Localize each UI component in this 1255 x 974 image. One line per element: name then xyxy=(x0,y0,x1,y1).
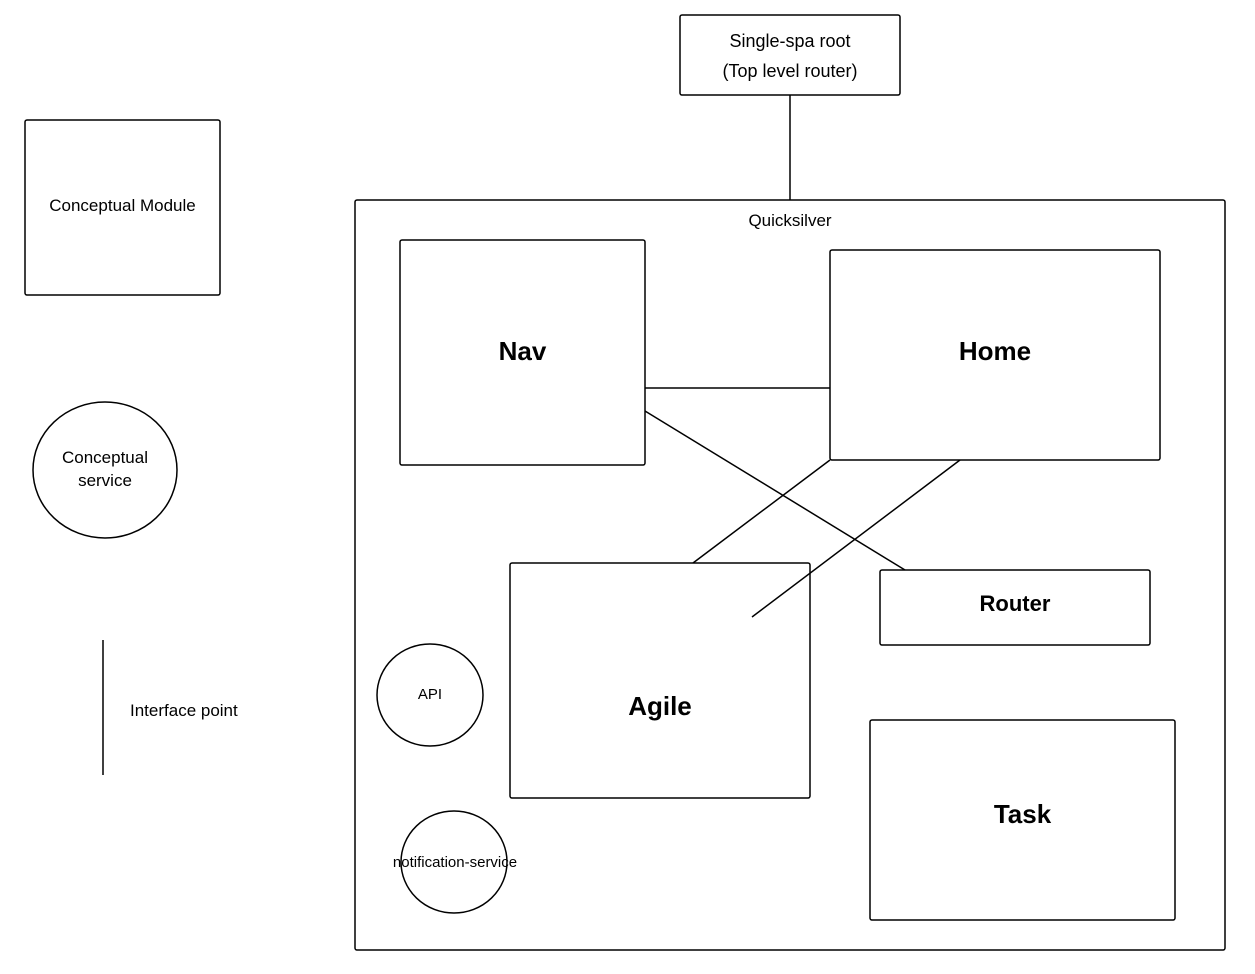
legend-service-label-line2: service xyxy=(35,470,175,492)
service-notification: notification-service xyxy=(370,853,540,873)
module-agile: Agile xyxy=(510,690,810,724)
legend-service-label-line1: Conceptual xyxy=(35,447,175,469)
module-home: Home xyxy=(830,335,1160,369)
module-nav: Nav xyxy=(400,335,645,369)
legend-interface-label: Interface point xyxy=(130,700,310,722)
module-task: Task xyxy=(870,798,1175,832)
container-title: Quicksilver xyxy=(720,210,860,232)
service-api: API xyxy=(377,685,483,705)
legend-module-label: Conceptual Module xyxy=(25,195,220,217)
root-title-line2: (Top level router) xyxy=(680,60,900,83)
module-router: Router xyxy=(880,590,1150,619)
root-title-line1: Single-spa root xyxy=(680,30,900,53)
